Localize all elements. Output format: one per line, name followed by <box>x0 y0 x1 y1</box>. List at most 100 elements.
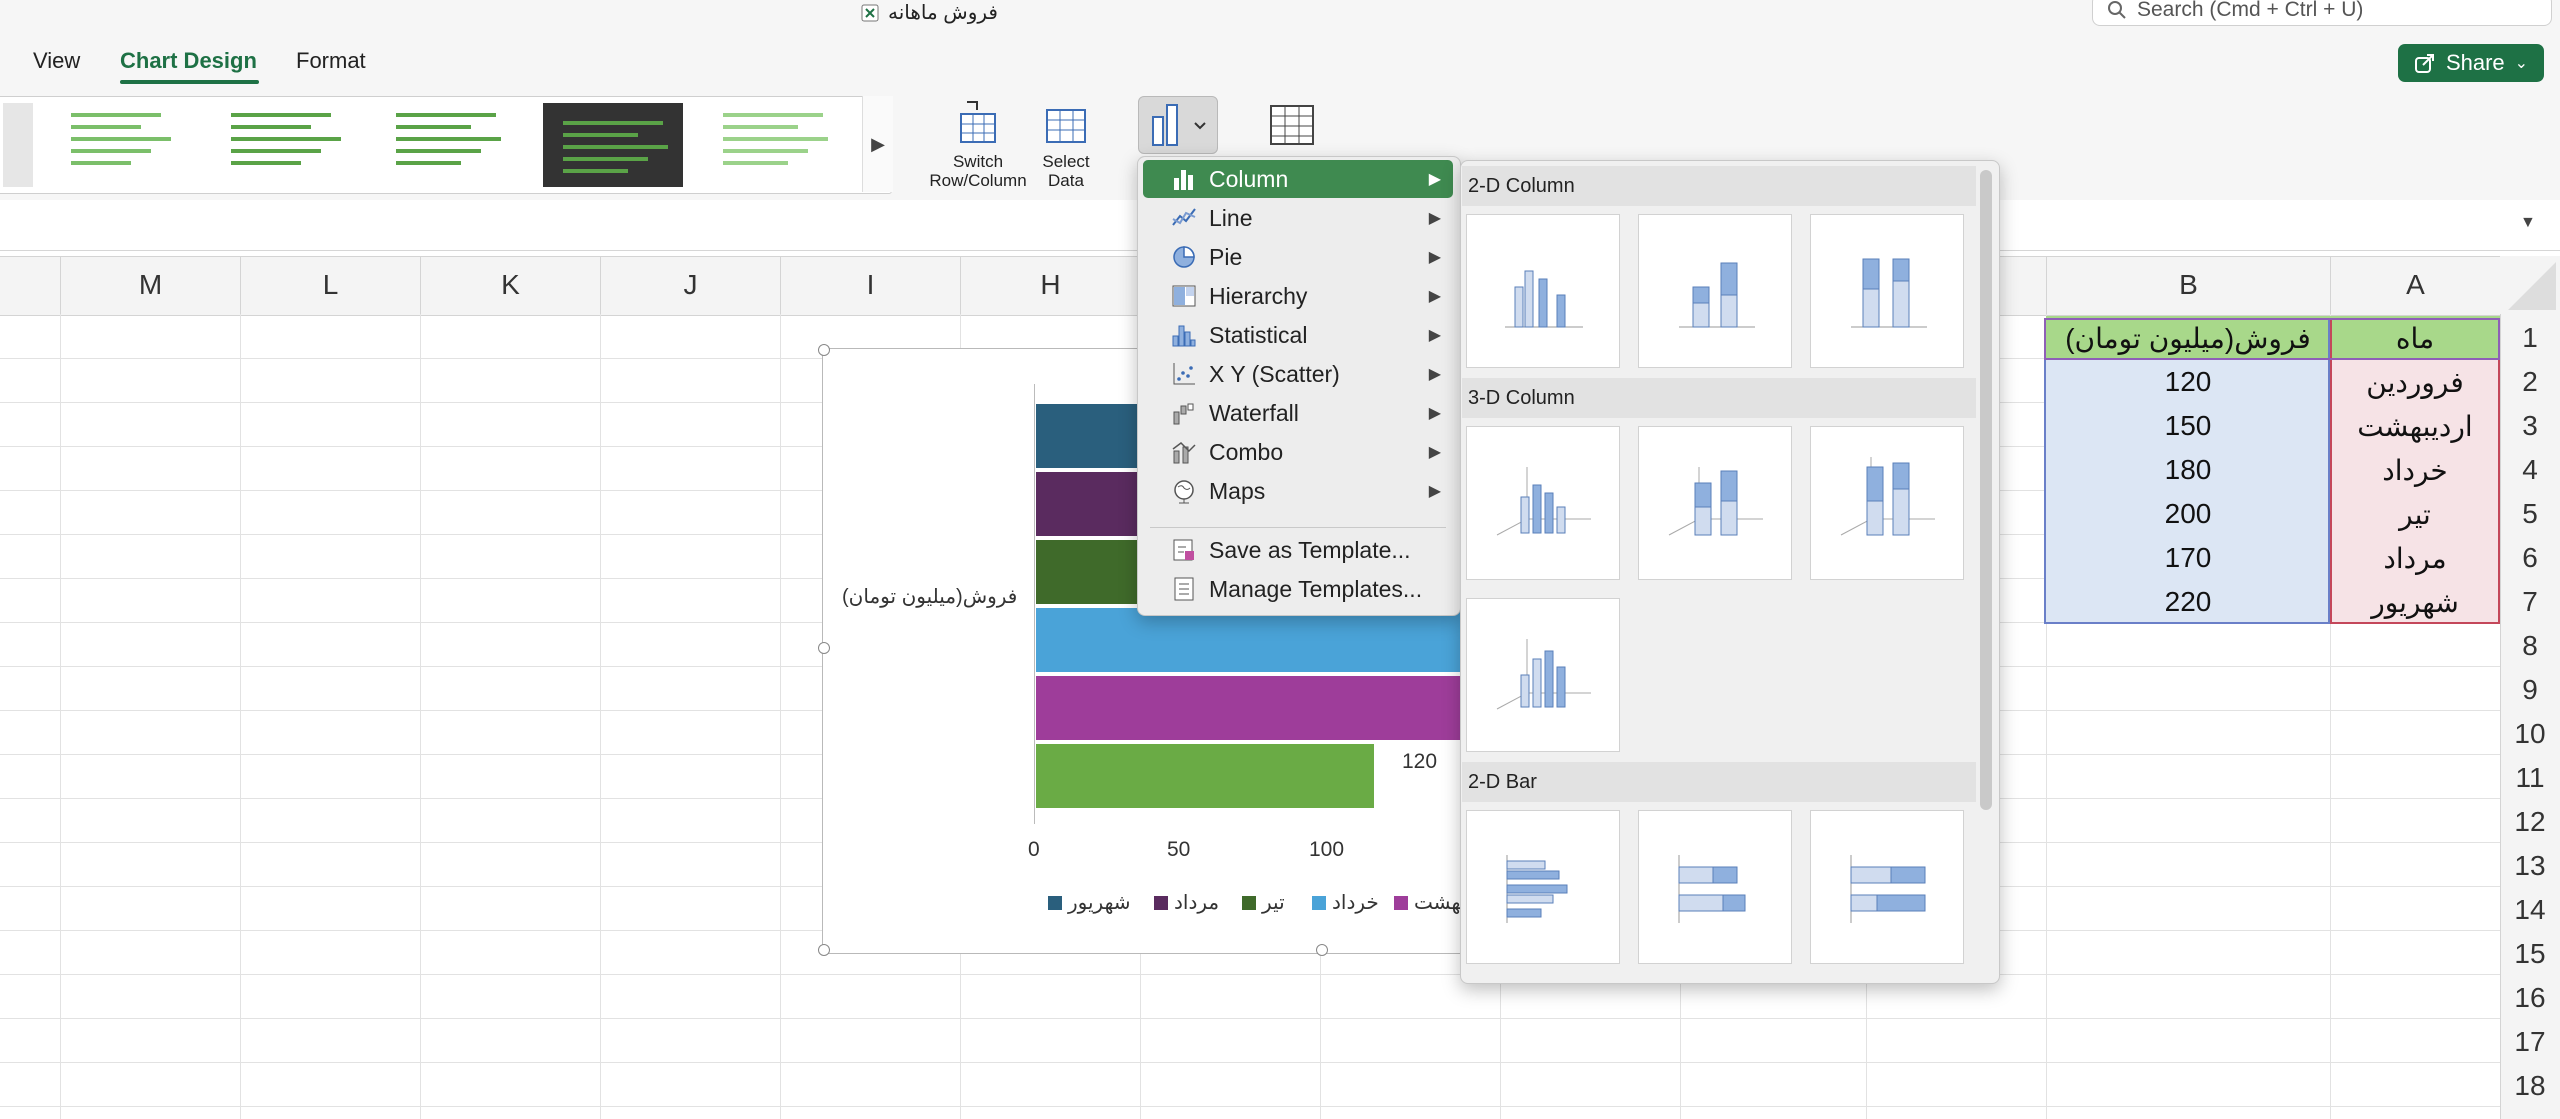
column-header[interactable]: K <box>420 256 600 314</box>
menu-separator <box>1150 527 1446 528</box>
chart-resize-handle[interactable] <box>818 944 830 956</box>
search-input[interactable]: Search (Cmd + Ctrl + U) <box>2092 0 2552 26</box>
switch-row-column-button[interactable]: Switch Row/Column <box>928 98 1028 190</box>
submenu-arrow-icon: ▶ <box>1428 405 1441 422</box>
clustered-column-icon <box>1505 270 1583 328</box>
submenu-arrow-icon: ▶ <box>1428 444 1441 461</box>
gallery-next-button[interactable]: ▶ <box>862 96 893 192</box>
menu-item-label: Pie <box>1209 243 1243 270</box>
3d-stacked-column-option[interactable] <box>1638 426 1792 580</box>
combo-chart-icon <box>1169 437 1199 467</box>
row-header[interactable]: 2 <box>2500 360 2560 404</box>
chart-resize-handle[interactable] <box>818 642 830 654</box>
menu-item-save-as-template[interactable]: Save as Template... <box>1143 531 1453 569</box>
column-header[interactable]: M <box>60 256 240 314</box>
chart-data-label: 120 <box>1402 750 1438 773</box>
row-header[interactable]: 8 <box>2500 624 2560 668</box>
chart-resize-handle[interactable] <box>818 344 830 356</box>
chevron-down-icon: ⌄ <box>2514 55 2529 72</box>
menu-item-combo[interactable]: Combo ▶ <box>1143 433 1453 471</box>
select-data-button[interactable]: Select Data <box>1036 98 1096 190</box>
row-header[interactable]: 9 <box>2500 668 2560 712</box>
chart-styles-gallery[interactable] <box>0 96 892 194</box>
row-header[interactable]: 1 <box>2500 316 2560 360</box>
select-all-corner[interactable] <box>2500 256 2560 314</box>
column-header[interactable]: A <box>2330 256 2500 314</box>
row-header[interactable]: 13 <box>2500 844 2560 888</box>
gallery-scrollbar[interactable] <box>1980 170 1992 810</box>
legend-label: شهریور <box>1068 892 1131 914</box>
menu-item-label: X Y (Scatter) <box>1209 360 1340 387</box>
select-data-icon <box>1046 109 1086 143</box>
row-header[interactable]: 14 <box>2500 888 2560 932</box>
chart-style-thumb[interactable] <box>51 103 191 187</box>
row-header[interactable]: 6 <box>2500 536 2560 580</box>
row-header[interactable]: 12 <box>2500 800 2560 844</box>
stacked-bar-option[interactable] <box>1638 810 1792 964</box>
switch-row-column-label: Switch Row/Column <box>929 152 1027 190</box>
legend-item: خرداد <box>1312 890 1379 915</box>
clustered-bar-option[interactable] <box>1466 810 1620 964</box>
column-header[interactable]: J <box>600 256 780 314</box>
3d-percent-stacked-column-option[interactable] <box>1810 426 1964 580</box>
row-header[interactable]: 5 <box>2500 492 2560 536</box>
row-header[interactable]: 18 <box>2500 1064 2560 1108</box>
chart-bar[interactable] <box>1036 744 1375 808</box>
tab-chart-design[interactable]: Chart Design <box>120 48 257 74</box>
row-header[interactable]: 3 <box>2500 404 2560 448</box>
chart-style-thumb[interactable] <box>376 103 516 187</box>
chart-x-tick: 0 <box>1028 838 1040 861</box>
hierarchy-chart-icon <box>1169 281 1199 311</box>
document-title-text: فروش ماهانه <box>888 2 998 24</box>
legend-item: شهریور <box>1048 890 1131 915</box>
row-header[interactable]: 10 <box>2500 712 2560 756</box>
row-header[interactable]: 17 <box>2500 1020 2560 1064</box>
menu-item-column[interactable]: Column ▶ <box>1143 160 1453 198</box>
tab-format[interactable]: Format <box>296 48 366 74</box>
row-header[interactable]: 7 <box>2500 580 2560 624</box>
formula-bar-expand-icon[interactable]: ▼ <box>2520 214 2536 232</box>
3d-stacked-column-icon <box>1668 467 1763 536</box>
row-header[interactable]: 16 <box>2500 976 2560 1020</box>
menu-item-hierarchy[interactable]: Hierarchy ▶ <box>1143 277 1453 315</box>
legend-swatch <box>1242 895 1256 910</box>
menu-item-scatter[interactable]: X Y (Scatter) ▶ <box>1143 355 1453 393</box>
column-chart-icon <box>1152 104 1206 146</box>
chart-style-thumb[interactable] <box>703 103 843 187</box>
row-header[interactable]: 4 <box>2500 448 2560 492</box>
percent-stacked-bar-icon <box>1850 855 1926 923</box>
chart-bar[interactable] <box>1036 608 1472 672</box>
change-chart-type-button[interactable] <box>1138 96 1218 154</box>
column-header[interactable]: H <box>960 256 1140 314</box>
menu-item-label: Column <box>1209 165 1289 192</box>
3d-percent-stacked-column-icon <box>1840 457 1935 536</box>
chart-bar[interactable] <box>1036 676 1472 740</box>
menu-item-pie[interactable]: Pie ▶ <box>1143 238 1453 276</box>
active-tab-indicator <box>120 80 259 84</box>
percent-stacked-column-option[interactable] <box>1810 214 1964 368</box>
share-button[interactable]: Share ⌄ <box>2398 44 2544 82</box>
column-header[interactable]: L <box>240 256 420 314</box>
chart-style-thumb[interactable] <box>211 103 351 187</box>
row-header[interactable]: 15 <box>2500 932 2560 976</box>
stacked-column-option[interactable] <box>1638 214 1792 368</box>
pie-chart-icon <box>1169 242 1199 272</box>
column-header[interactable]: I <box>780 256 960 314</box>
menu-item-line[interactable]: Line ▶ <box>1143 199 1453 237</box>
column-header[interactable]: B <box>2046 256 2330 314</box>
submenu-arrow-icon: ▶ <box>1428 483 1441 500</box>
3d-column-option[interactable] <box>1466 598 1620 752</box>
3d-clustered-column-option[interactable] <box>1466 426 1620 580</box>
menu-item-waterfall[interactable]: Waterfall ▶ <box>1143 394 1453 432</box>
chart-style-thumb[interactable] <box>543 103 683 187</box>
menu-item-manage-templates[interactable]: Manage Templates... <box>1143 570 1453 608</box>
chart-style-thumb[interactable] <box>3 103 33 187</box>
row-header[interactable]: 11 <box>2500 756 2560 800</box>
tab-view[interactable]: View <box>33 48 80 74</box>
menu-item-maps[interactable]: Maps ▶ <box>1143 472 1453 510</box>
clustered-column-option[interactable] <box>1466 214 1620 368</box>
percent-stacked-bar-option[interactable] <box>1810 810 1964 964</box>
quick-layout-button[interactable] <box>1262 98 1322 152</box>
chart-resize-handle[interactable] <box>1316 944 1328 956</box>
menu-item-statistical[interactable]: Statistical ▶ <box>1143 316 1453 354</box>
